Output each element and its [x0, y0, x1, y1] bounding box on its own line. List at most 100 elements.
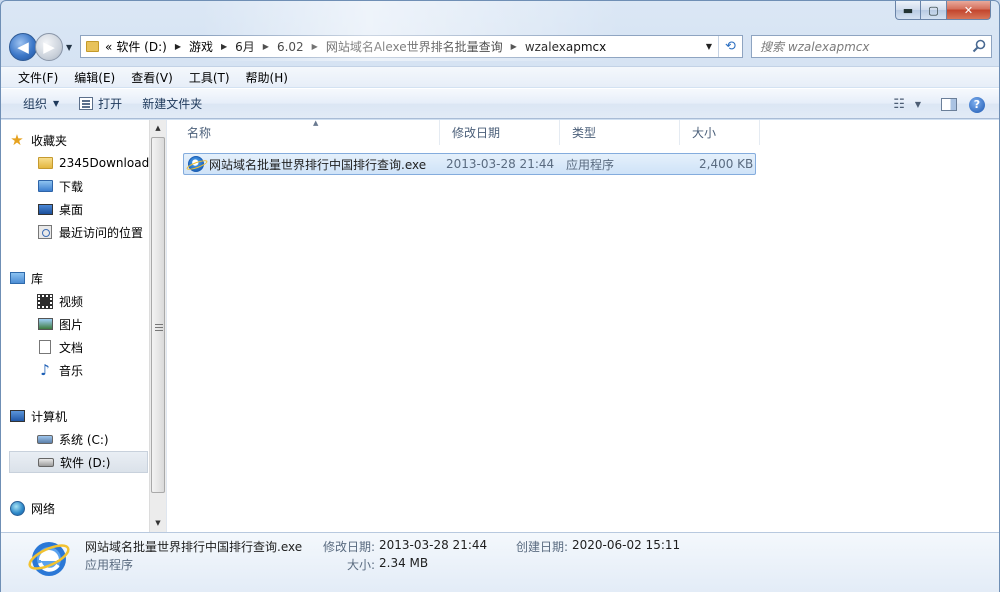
- tree-label: 网络: [31, 501, 56, 516]
- details-pane: 网站域名批量世界排行中国排行查询.exe 应用程序 修改日期: 2013-03-…: [1, 532, 999, 592]
- address-bar[interactable]: « 软件 (D:) ▶ 游戏 ▶ 6月 ▶ 6.02 ▶ 网站域名Alexe世界…: [80, 35, 743, 58]
- maximize-button[interactable]: ▢: [921, 1, 947, 20]
- tree-item-videos[interactable]: 视频: [37, 290, 83, 312]
- column-header-type[interactable]: 类型: [560, 120, 680, 145]
- navigation-buttons: ◀ ▶ ▼: [9, 32, 78, 62]
- picture-icon: [37, 317, 53, 331]
- minimize-button[interactable]: ▬: [895, 1, 921, 20]
- network-icon: [9, 500, 25, 516]
- ie-app-icon-large: [28, 542, 70, 576]
- breadcrumb-item[interactable]: wzalexapmcx: [523, 40, 608, 54]
- video-icon: [37, 293, 53, 309]
- tree-item-music[interactable]: ♪ 音乐: [37, 359, 83, 381]
- column-label: 大小: [692, 126, 717, 140]
- details-modified-label: 修改日期:: [323, 540, 376, 554]
- command-bar: 组织 ▼ 打开 新建文件夹 ☷ ▼ ?: [1, 88, 999, 119]
- tree-label: 库: [31, 271, 44, 286]
- search-box[interactable]: [751, 35, 992, 58]
- menu-help[interactable]: 帮助(H): [238, 69, 296, 86]
- new-folder-label: 新建文件夹: [142, 97, 203, 111]
- file-modified: 2013-03-28 21:44: [446, 157, 555, 171]
- file-name-cell: 网站域名批量世界排行中国排行查询.exe: [188, 154, 426, 174]
- view-dropdown-icon[interactable]: ▼: [915, 100, 921, 109]
- computer-icon: [9, 409, 25, 423]
- column-header-size[interactable]: 大小: [680, 120, 760, 145]
- drive-icon: [38, 455, 54, 469]
- organize-button[interactable]: 组织 ▼: [13, 92, 69, 116]
- breadcrumb-item[interactable]: 6月: [233, 38, 257, 55]
- file-row[interactable]: 网站域名批量世界排行中国排行查询.exe 2013-03-28 21:44 应用…: [183, 153, 756, 175]
- caption-buttons: ▬ ▢ ✕: [895, 1, 991, 20]
- breadcrumb-item[interactable]: 软件 (D:): [114, 38, 168, 55]
- help-icon[interactable]: ?: [969, 96, 985, 113]
- tree-favorites[interactable]: ★ 收藏夹: [9, 129, 67, 151]
- forward-button[interactable]: ▶: [35, 33, 63, 61]
- scroll-down-icon[interactable]: ▼: [150, 515, 166, 531]
- breadcrumb-item[interactable]: 6.02: [275, 40, 306, 54]
- file-list: 名称 ▲ 修改日期 类型 大小 网站域名批量世界排行中国排行查询.exe 201…: [167, 119, 999, 532]
- menu-view[interactable]: 查看(V): [123, 69, 181, 86]
- change-view-button[interactable]: ☷ ▼: [885, 97, 929, 112]
- scrollbar-thumb[interactable]: [151, 137, 165, 493]
- tree-libraries[interactable]: 库: [9, 267, 43, 289]
- folder-icon: [37, 156, 53, 170]
- search-input[interactable]: [760, 39, 960, 54]
- column-header-modified[interactable]: 修改日期: [440, 120, 560, 145]
- tree-computer[interactable]: 计算机: [9, 405, 67, 427]
- tree-item-desktop[interactable]: 桌面: [37, 198, 83, 220]
- tree-item-downloads[interactable]: 下载: [37, 175, 83, 197]
- tree-label: 收藏夹: [31, 133, 68, 148]
- organize-label: 组织: [23, 97, 48, 111]
- nav-pane-scrollbar[interactable]: ▲ ▼: [149, 120, 166, 532]
- close-button[interactable]: ✕: [947, 1, 991, 20]
- open-button[interactable]: 打开: [69, 92, 132, 116]
- tree-label: 桌面: [59, 202, 84, 217]
- refresh-button[interactable]: ⟲: [718, 36, 742, 57]
- music-icon: ♪: [40, 361, 50, 379]
- breadcrumb-item[interactable]: 网站域名Alexe世界排名批量查询: [324, 38, 505, 55]
- tree-network[interactable]: 网络: [9, 497, 55, 519]
- column-header-name[interactable]: 名称 ▲: [175, 119, 440, 145]
- breadcrumb: « 软件 (D:) ▶ 游戏 ▶ 6月 ▶ 6.02 ▶ 网站域名Alexe世界…: [103, 36, 608, 57]
- tree-item-drive-c[interactable]: 系统 (C:): [37, 428, 109, 450]
- breadcrumb-separator-icon[interactable]: ▶: [257, 42, 275, 51]
- details-file-name: 网站域名批量世界排行中国排行查询.exe: [85, 540, 303, 554]
- tree-item-2345downloads[interactable]: 2345Downloads: [37, 152, 149, 174]
- recent-pages-dropdown[interactable]: ▼: [66, 43, 78, 52]
- column-label: 名称: [187, 126, 212, 140]
- menu-file[interactable]: 文件(F): [10, 69, 66, 86]
- address-dropdown-icon[interactable]: ▼: [702, 36, 716, 57]
- tree-label: 下载: [59, 179, 84, 194]
- scroll-up-icon[interactable]: ▲: [150, 120, 166, 136]
- breadcrumb-separator-icon[interactable]: ▶: [169, 42, 187, 51]
- breadcrumb-separator-icon[interactable]: ▶: [306, 42, 324, 51]
- folder-icon: [81, 36, 103, 57]
- details-size-value: 2.34 MB: [379, 556, 429, 570]
- recent-places-icon: [37, 225, 53, 239]
- tree-item-recent-places[interactable]: 最近访问的位置: [37, 221, 143, 243]
- search-icon[interactable]: [972, 39, 986, 53]
- new-folder-button[interactable]: 新建文件夹: [132, 92, 212, 116]
- tree-label: 图片: [59, 317, 84, 332]
- details-created-value: 2020-06-02 15:11: [572, 538, 681, 552]
- tree-item-drive-d[interactable]: 软件 (D:): [9, 451, 148, 473]
- breadcrumb-separator-icon[interactable]: ▶: [215, 42, 233, 51]
- menu-tools[interactable]: 工具(T): [181, 69, 238, 86]
- back-button[interactable]: ◀: [9, 33, 37, 61]
- sort-ascending-icon: ▲: [313, 119, 319, 127]
- library-icon: [9, 271, 25, 285]
- tree-item-documents[interactable]: 文档: [37, 336, 83, 358]
- breadcrumb-separator-icon[interactable]: ▶: [505, 42, 523, 51]
- menu-edit[interactable]: 编辑(E): [66, 69, 123, 86]
- tree-label: 音乐: [59, 363, 84, 378]
- details-size-label: 大小:: [347, 558, 376, 572]
- open-icon: [79, 97, 94, 110]
- breadcrumb-overflow[interactable]: «: [103, 40, 114, 54]
- tree-label: 软件 (D:): [60, 455, 111, 470]
- tree-item-pictures[interactable]: 图片: [37, 313, 83, 335]
- file-size: 2,400 KB: [699, 157, 754, 171]
- tree-label: 视频: [59, 294, 84, 309]
- details-created-label: 创建日期:: [516, 540, 569, 554]
- breadcrumb-item[interactable]: 游戏: [187, 38, 215, 55]
- preview-pane-icon[interactable]: [941, 98, 957, 111]
